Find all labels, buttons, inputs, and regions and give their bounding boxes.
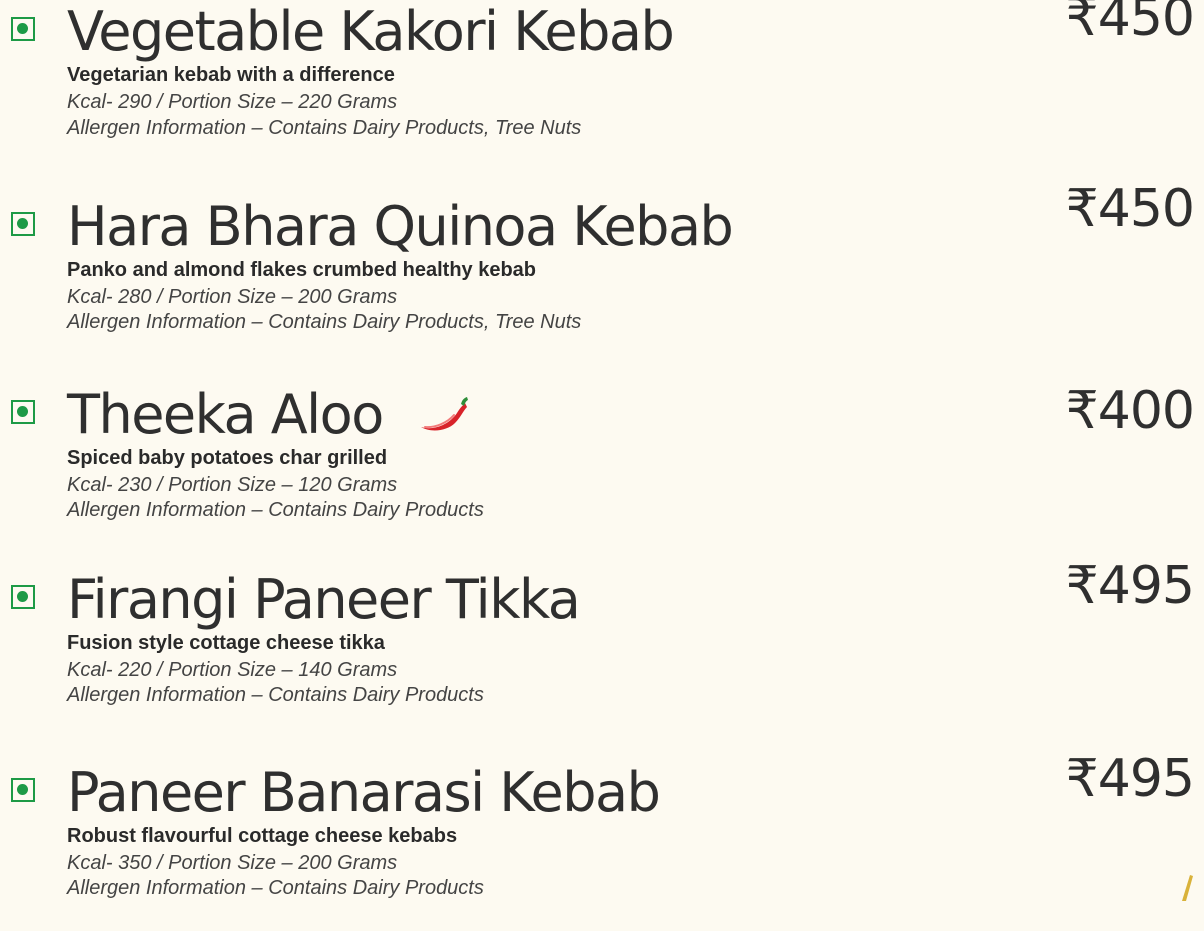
item-price: ₹400	[1065, 381, 1195, 441]
item-price: ₹495	[1065, 749, 1195, 809]
item-description: Spiced baby potatoes char grilled	[67, 447, 388, 469]
veg-symbol-icon	[11, 17, 35, 41]
item-allergens: Allergen Information – Contains Dairy Pr…	[67, 877, 484, 899]
item-allergens: Allergen Information – Contains Dairy Pr…	[67, 311, 582, 333]
menu-item: Vegetable Kakori Kebab Vegetarian kebab …	[0, 0, 1204, 170]
item-description: Vegetarian kebab with a difference	[67, 64, 395, 86]
menu-item: Paneer Banarasi Kebab Robust flavourful …	[0, 749, 1204, 931]
item-nutrition: Kcal- 280 / Portion Size – 200 Grams	[67, 286, 398, 308]
item-description: Panko and almond flakes crumbed healthy …	[67, 259, 537, 281]
menu-item: Firangi Paneer Tikka Fusion style cottag…	[0, 556, 1204, 738]
item-allergens: Allergen Information – Contains Dairy Pr…	[67, 684, 484, 706]
veg-symbol-icon	[11, 212, 35, 236]
veg-symbol-icon	[11, 778, 35, 802]
veg-symbol-icon	[11, 585, 35, 609]
item-price: ₹495	[1065, 556, 1195, 616]
item-price: ₹450	[1065, 0, 1195, 48]
item-description: Robust flavourful cottage cheese kebabs	[67, 825, 458, 847]
item-name: Hara Bhara Quinoa Kebab	[67, 195, 734, 258]
menu-item: Hara Bhara Quinoa Kebab Panko and almond…	[0, 179, 1204, 365]
item-name: Theeka Aloo	[67, 383, 384, 446]
menu-item: Theeka Aloo Spiced baby potatoes char gr…	[0, 381, 1204, 553]
item-nutrition: Kcal- 350 / Portion Size – 200 Grams	[67, 852, 398, 874]
decorative-stroke	[1182, 875, 1193, 901]
chili-icon	[421, 397, 468, 431]
item-name: Firangi Paneer Tikka	[67, 568, 581, 631]
item-nutrition: Kcal- 220 / Portion Size – 140 Grams	[67, 659, 398, 681]
item-description: Fusion style cottage cheese tikka	[67, 632, 385, 654]
item-price: ₹450	[1065, 179, 1195, 239]
item-nutrition: Kcal- 230 / Portion Size – 120 Grams	[67, 474, 398, 496]
item-allergens: Allergen Information – Contains Dairy Pr…	[67, 117, 582, 139]
item-name: Vegetable Kakori Kebab	[67, 0, 675, 63]
item-nutrition: Kcal- 290 / Portion Size – 220 Grams	[67, 91, 398, 113]
item-name: Paneer Banarasi Kebab	[67, 761, 661, 824]
item-allergens: Allergen Information – Contains Dairy Pr…	[67, 499, 484, 521]
veg-symbol-icon	[11, 400, 35, 424]
